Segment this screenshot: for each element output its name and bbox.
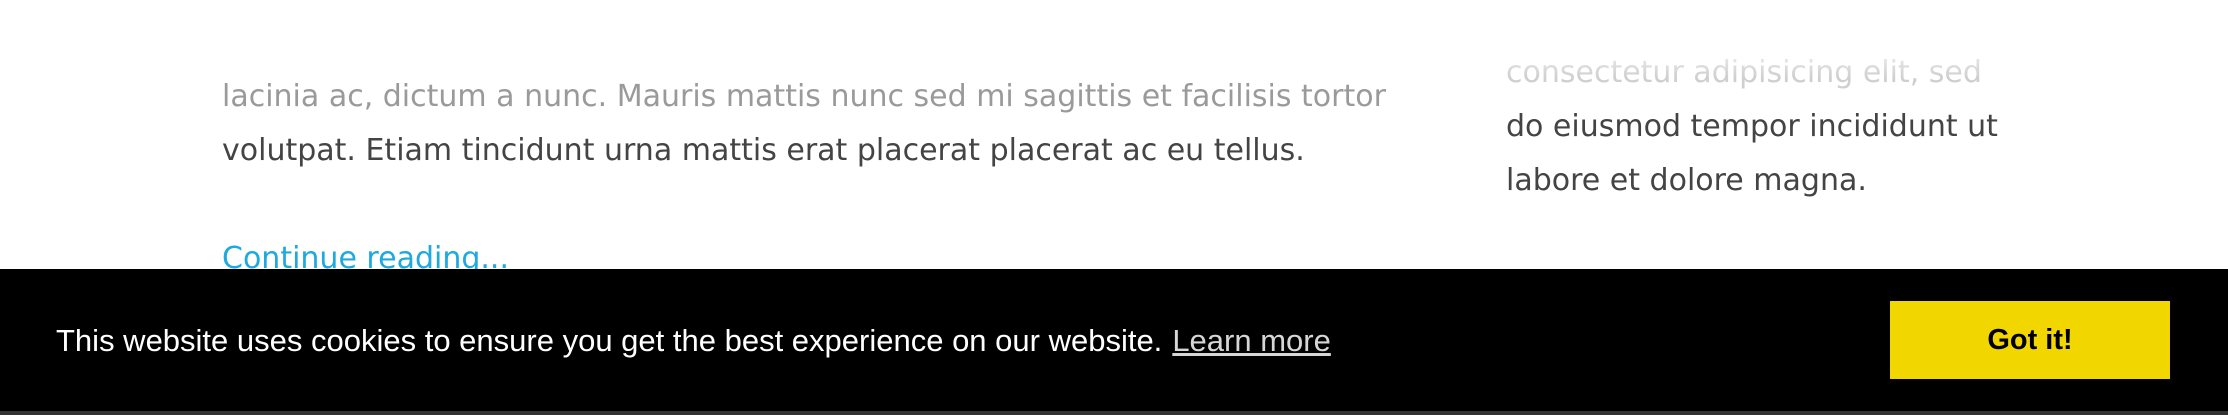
learn-more-link[interactable]: Learn more xyxy=(1172,323,1331,358)
post-excerpt-faded-line: lacinia ac, dictum a nunc. Mauris mattis… xyxy=(222,79,1386,114)
sidebar-faded-line: consectetur adipisicing elit, sed xyxy=(1506,55,1982,90)
cookie-consent-banner: This website uses cookies to ensure you … xyxy=(0,269,2228,415)
cookie-message: This website uses cookies to ensure you … xyxy=(56,315,1331,367)
accept-cookies-button[interactable]: Got it! xyxy=(1890,301,2170,379)
cookie-message-text: This website uses cookies to ensure you … xyxy=(56,323,1163,358)
sidebar-line-1: do eiusmod tempor incididunt ut xyxy=(1506,109,1998,144)
sidebar-line-2: labore et dolore magna. xyxy=(1506,163,1867,198)
post-excerpt-line: volutpat. Etiam tincidunt urna mattis er… xyxy=(222,133,1305,168)
page: lacinia ac, dictum a nunc. Mauris mattis… xyxy=(0,0,2228,415)
